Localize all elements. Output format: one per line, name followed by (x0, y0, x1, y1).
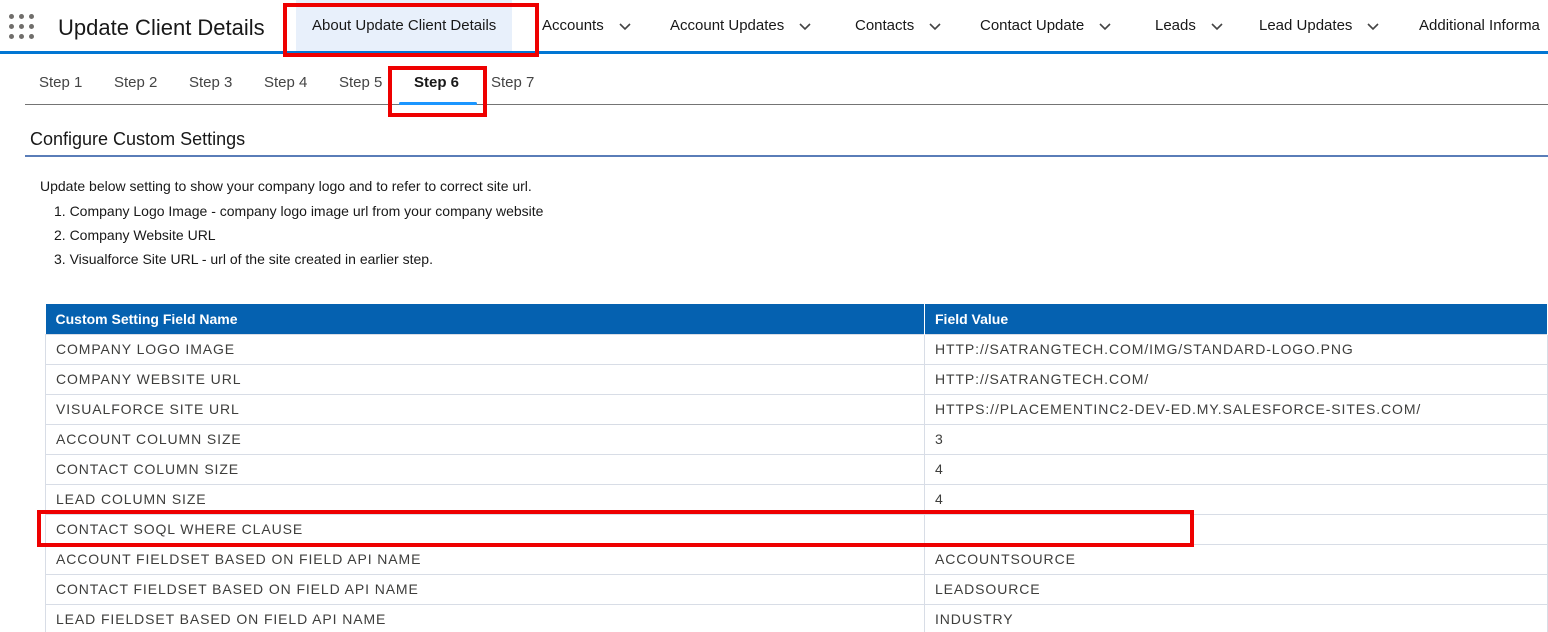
field-name-cell: COMPANY LOGO IMAGE (45, 333, 925, 365)
table-row: VISUALFORCE SITE URL HTTPS://PLACEMENTIN… (45, 393, 1548, 425)
step-tab-1[interactable]: Step 1 (39, 74, 82, 91)
section-divider (25, 155, 1548, 157)
chevron-down-icon[interactable] (1366, 19, 1380, 33)
table-row: LEAD FIELDSET BASED ON FIELD API NAME IN… (45, 603, 1548, 632)
nav-tab-label: Account Updates (670, 17, 785, 34)
table-row: CONTACT SOQL WHERE CLAUSE (45, 513, 1548, 545)
table-row: CONTACT FIELDSET BASED ON FIELD API NAME… (45, 573, 1548, 605)
table-row: COMPANY LOGO IMAGE HTTP://SATRANGTECH.CO… (45, 333, 1548, 365)
table-row: ACCOUNT FIELDSET BASED ON FIELD API NAME… (45, 543, 1548, 575)
nav-tab-label: Accounts (542, 17, 604, 34)
field-value-cell (924, 513, 1548, 545)
nav-tab-accounts[interactable]: Accounts (542, 0, 632, 51)
instruction-item: 1. Company Logo Image - company logo ima… (54, 203, 544, 219)
field-name-cell: COMPANY WEBSITE URL (45, 363, 925, 395)
active-step-indicator (399, 102, 477, 105)
field-name-cell: LEAD FIELDSET BASED ON FIELD API NAME (45, 603, 925, 632)
nav-tab-label: About Update Client Details (312, 17, 497, 34)
chevron-down-icon[interactable] (798, 19, 812, 33)
nav-tab-contact-update[interactable]: Contact Update (980, 0, 1112, 51)
chevron-down-icon[interactable] (928, 19, 942, 33)
column-header-field-value: Field Value (924, 304, 1548, 334)
chevron-down-icon[interactable] (1210, 19, 1224, 33)
step-tabs: Step 1 Step 2 Step 3 Step 4 Step 5 Step … (25, 55, 1548, 105)
table-header-row: Custom Setting Field Name Field Value (45, 304, 1548, 334)
field-value-cell: INDUSTRY (924, 603, 1548, 632)
nav-tab-lead-updates[interactable]: Lead Updates (1259, 0, 1380, 51)
chevron-down-icon[interactable] (618, 19, 632, 33)
table-row: COMPANY WEBSITE URL HTTP://SATRANGTECH.C… (45, 363, 1548, 395)
instruction-item: 2. Company Website URL (54, 227, 216, 243)
nav-tab-contacts[interactable]: Contacts (855, 0, 942, 51)
app-launcher-icon[interactable] (8, 13, 36, 41)
instruction-item: 3. Visualforce Site URL - url of the sit… (54, 251, 433, 267)
field-name-cell: ACCOUNT FIELDSET BASED ON FIELD API NAME (45, 543, 925, 575)
custom-settings-table: Custom Setting Field Name Field Value CO… (45, 304, 1548, 632)
nav-tab-account-updates[interactable]: Account Updates (670, 0, 812, 51)
field-name-cell: CONTACT COLUMN SIZE (45, 453, 925, 485)
step-tab-4[interactable]: Step 4 (264, 74, 307, 91)
table-row: CONTACT COLUMN SIZE 4 (45, 453, 1548, 485)
field-name-cell: VISUALFORCE SITE URL (45, 393, 925, 425)
nav-tab-label: Lead Updates (1259, 17, 1353, 34)
field-name-cell: LEAD COLUMN SIZE (45, 483, 925, 515)
field-value-cell: 3 (924, 423, 1548, 455)
step-tab-3[interactable]: Step 3 (189, 74, 232, 91)
step-tab-6[interactable]: Step 6 (414, 74, 459, 91)
field-name-cell: CONTACT SOQL WHERE CLAUSE (45, 513, 925, 545)
top-nav-bar: Update Client Details About Update Clien… (0, 0, 1548, 54)
column-header-field-name: Custom Setting Field Name (45, 304, 925, 334)
step-tab-5[interactable]: Step 5 (339, 74, 382, 91)
instruction-list: 1. Company Logo Image - company logo ima… (54, 202, 543, 274)
field-value-cell: ACCOUNTSOURCE (924, 543, 1548, 575)
field-name-cell: ACCOUNT COLUMN SIZE (45, 423, 925, 455)
nav-tab-additional-information[interactable]: Additional Informa (1419, 0, 1540, 51)
field-value-cell: LEADSOURCE (924, 573, 1548, 605)
field-value-cell: HTTPS://PLACEMENTINC2-DEV-ED.MY.SALESFOR… (924, 393, 1548, 425)
intro-text: Update below setting to show your compan… (40, 178, 532, 194)
table-row: ACCOUNT COLUMN SIZE 3 (45, 423, 1548, 455)
nav-tab-label: Contact Update (980, 17, 1085, 34)
nav-tab-label: Leads (1155, 17, 1196, 34)
nav-tab-leads[interactable]: Leads (1155, 0, 1224, 51)
field-value-cell: HTTP://SATRANGTECH.COM/ (924, 363, 1548, 395)
table-row: LEAD COLUMN SIZE 4 (45, 483, 1548, 515)
step-tab-7[interactable]: Step 7 (491, 74, 534, 91)
nav-tab-label: Contacts (855, 17, 915, 34)
field-value-cell: 4 (924, 483, 1548, 515)
field-value-cell: HTTP://SATRANGTECH.COM/IMG/STANDARD-LOGO… (924, 333, 1548, 365)
nav-tab-about[interactable]: About Update Client Details (296, 0, 513, 51)
app-title: Update Client Details (58, 15, 265, 40)
chevron-down-icon[interactable] (1098, 19, 1112, 33)
section-title: Configure Custom Settings (30, 129, 246, 149)
step-tab-2[interactable]: Step 2 (114, 74, 157, 91)
nav-tab-label: Additional Informa (1419, 17, 1540, 34)
field-value-cell: 4 (924, 453, 1548, 485)
field-name-cell: CONTACT FIELDSET BASED ON FIELD API NAME (45, 573, 925, 605)
